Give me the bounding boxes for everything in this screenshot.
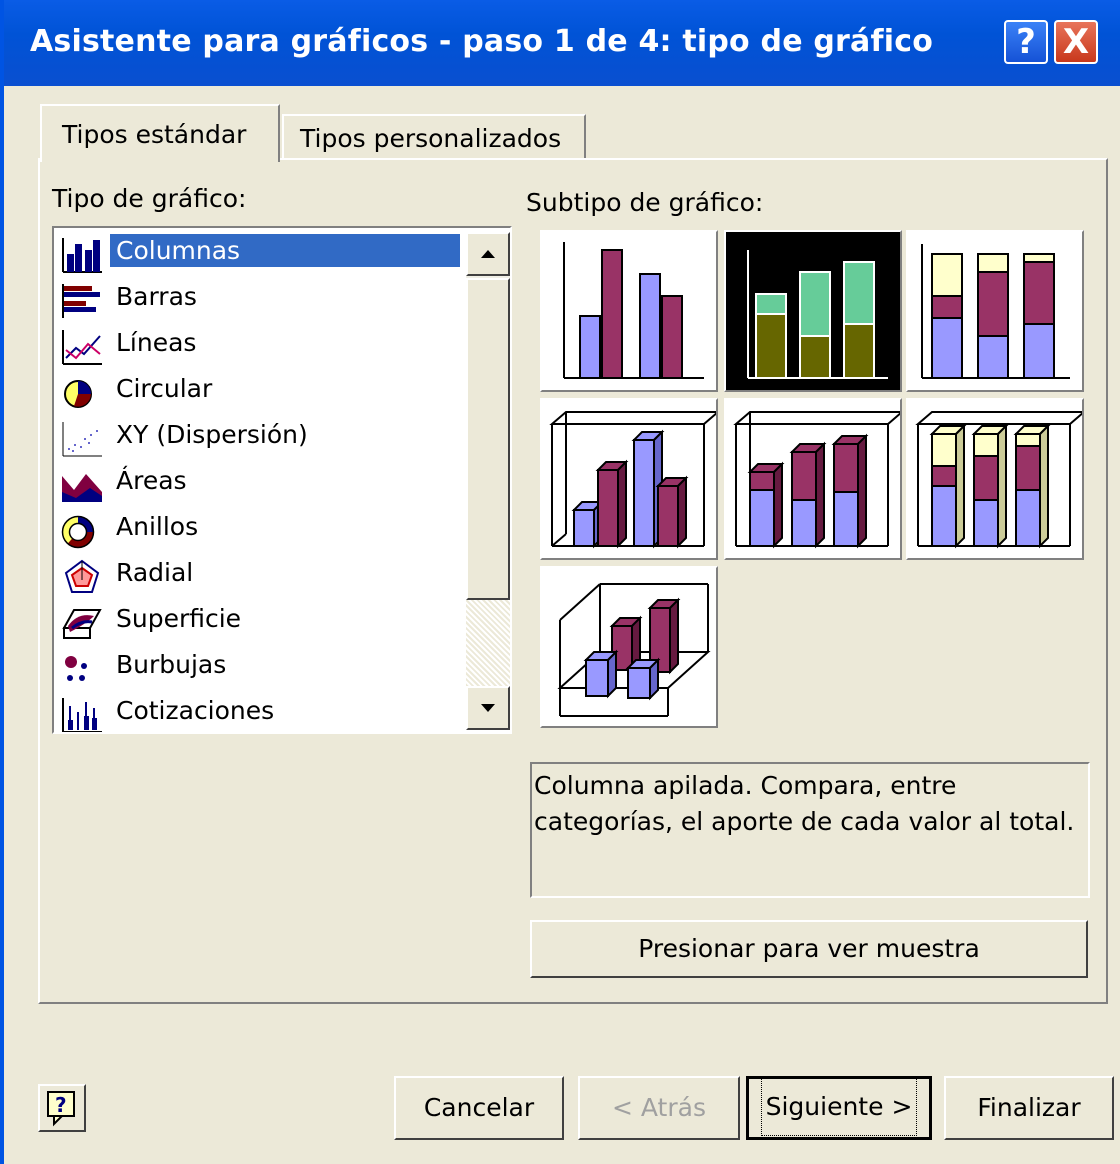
subtype-3d-clustered-column[interactable] xyxy=(540,398,718,560)
view-sample-button[interactable]: Presionar para ver muestra xyxy=(530,920,1088,978)
3d-column-thumbnail xyxy=(557,583,711,717)
close-button[interactable]: X xyxy=(1054,20,1098,64)
window-title: Asistente para gráficos - paso 1 de 4: t… xyxy=(30,24,934,59)
arrow-down-icon xyxy=(481,704,495,712)
pie-chart-icon xyxy=(64,380,92,408)
subtype-description: Columna apilada. Compara, entre categorí… xyxy=(530,762,1090,898)
scatter-chart-icon xyxy=(62,422,102,457)
tab-standard-types[interactable]: Tipos estándar xyxy=(40,104,280,162)
doughnut-chart-icon xyxy=(61,515,95,549)
subtype-3d-column[interactable] xyxy=(540,566,718,728)
3d-percent-stacked-column-thumbnail xyxy=(915,411,1082,549)
list-item-burbujas[interactable]: Burbujas xyxy=(58,644,458,688)
list-item-label: Líneas xyxy=(116,328,197,357)
chart-type-label: Tipo de gráfico: xyxy=(52,184,247,213)
list-item-circular[interactable]: Circular xyxy=(58,368,458,412)
subtype-100-stacked-column[interactable] xyxy=(906,230,1084,392)
3d-clustered-column-thumbnail xyxy=(549,411,716,549)
list-item-lineas[interactable]: Líneas xyxy=(58,322,458,366)
stacked-column-thumbnail xyxy=(747,250,888,379)
list-item-label: Columnas xyxy=(110,234,460,267)
svg-text:?: ? xyxy=(55,1093,67,1117)
surface-chart-icon xyxy=(62,609,102,639)
help-title-button[interactable]: ? xyxy=(1004,20,1048,64)
radar-chart-icon xyxy=(64,559,100,593)
line-chart-icon xyxy=(62,330,102,365)
finish-button[interactable]: Finalizar xyxy=(944,1076,1114,1140)
tab-custom-types-label: Tipos personalizados xyxy=(300,124,562,153)
list-item-superficie[interactable]: Superficie xyxy=(58,598,458,642)
subtype-3d-stacked-column[interactable] xyxy=(724,398,902,560)
back-button[interactable]: < Atrás xyxy=(578,1076,740,1140)
subtype-grid xyxy=(534,228,1084,732)
next-button[interactable]: Siguiente > xyxy=(746,1076,932,1140)
list-item-xy-dispersion[interactable]: XY (Dispersión) xyxy=(58,414,458,458)
list-item-radial[interactable]: Radial xyxy=(58,552,458,596)
list-item-columnas[interactable]: Columnas xyxy=(58,230,460,274)
scroll-down-button[interactable] xyxy=(466,686,510,730)
listbox-scrollbar[interactable] xyxy=(466,232,510,730)
subtype-clustered-column[interactable] xyxy=(540,230,718,392)
list-item-label: Circular xyxy=(116,374,213,403)
area-chart-icon xyxy=(62,474,102,502)
cancel-button[interactable]: Cancelar xyxy=(394,1076,564,1140)
list-item-anillos[interactable]: Anillos xyxy=(58,506,458,550)
subtype-label: Subtipo de gráfico: xyxy=(526,188,764,217)
list-item-label: Superficie xyxy=(116,604,242,633)
subtype-stacked-column[interactable] xyxy=(724,230,902,392)
list-item-barras[interactable]: Barras xyxy=(58,276,458,320)
clustered-column-thumbnail xyxy=(563,242,704,379)
chart-type-listbox[interactable]: Columnas Barras Líneas Circular XY (Disp… xyxy=(52,226,512,734)
scroll-track[interactable] xyxy=(466,600,510,686)
stock-chart-icon xyxy=(62,698,102,732)
scroll-thumb[interactable] xyxy=(466,278,510,600)
scroll-up-button[interactable] xyxy=(466,232,510,276)
chart-wizard-dialog: Asistente para gráficos - paso 1 de 4: t… xyxy=(0,0,1120,1164)
office-assistant-button[interactable]: ? xyxy=(38,1084,86,1132)
subtype-3d-100-stacked-column[interactable] xyxy=(906,398,1084,560)
tab-standard-types-label: Tipos estándar xyxy=(62,120,247,149)
arrow-up-icon xyxy=(481,250,495,258)
list-item-label: Áreas xyxy=(116,466,187,495)
tab-custom-types[interactable]: Tipos personalizados xyxy=(282,114,586,160)
percent-stacked-column-thumbnail xyxy=(921,244,1070,379)
column-chart-icon xyxy=(62,238,102,273)
bubble-chart-icon xyxy=(65,656,87,681)
bar-chart-icon xyxy=(62,284,100,318)
list-item-areas[interactable]: Áreas xyxy=(58,460,458,504)
title-bar[interactable]: Asistente para gráficos - paso 1 de 4: t… xyxy=(4,0,1120,86)
list-item-cotizaciones[interactable]: Cotizaciones xyxy=(58,690,458,732)
list-item-label: XY (Dispersión) xyxy=(116,420,308,449)
help-assistant-icon: ? xyxy=(47,1091,75,1127)
list-item-label: Burbujas xyxy=(116,650,227,679)
list-item-label: Radial xyxy=(116,558,194,587)
list-item-label: Cotizaciones xyxy=(116,696,275,725)
list-item-label: Barras xyxy=(116,282,197,311)
3d-stacked-column-thumbnail xyxy=(733,411,900,549)
list-item-label: Anillos xyxy=(116,512,199,541)
next-button-label: Siguiente > xyxy=(760,1078,918,1136)
